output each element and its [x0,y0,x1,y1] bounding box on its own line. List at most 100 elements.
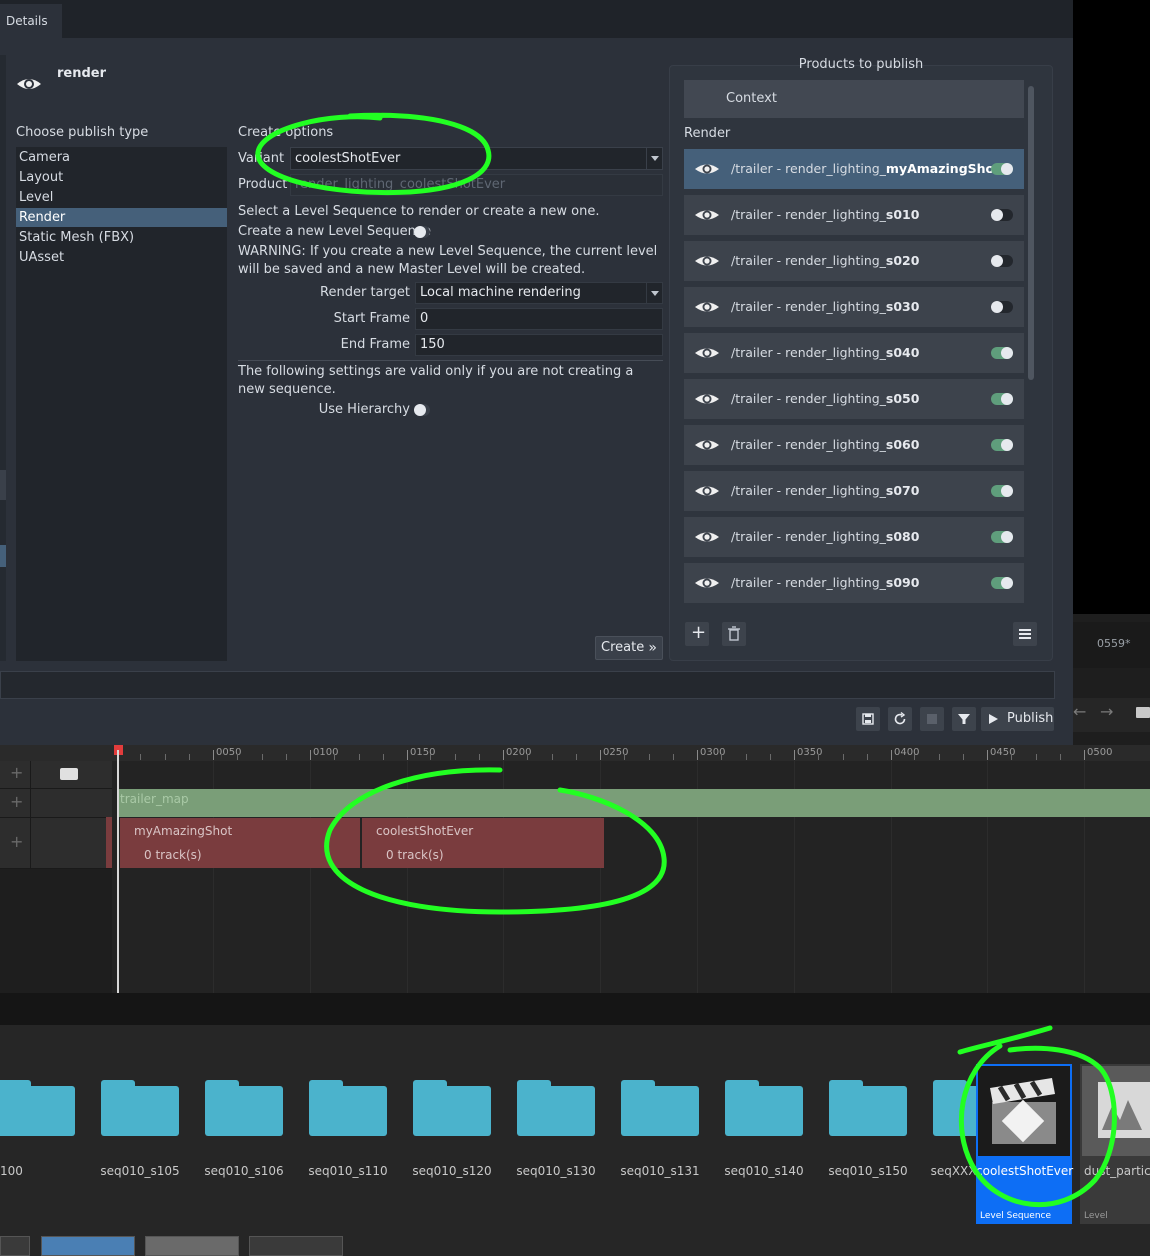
publish-type-camera[interactable]: Camera [16,148,227,167]
folder-open-icon[interactable] [1136,707,1150,718]
delete-button[interactable] [722,622,746,646]
eye-icon[interactable] [694,206,720,224]
publish-type-level[interactable]: Level [16,188,227,207]
folder-tile[interactable] [101,1080,179,1136]
instance-row-s080[interactable]: /trailer - render_lighting_s080 [684,517,1024,557]
instance-toggle[interactable] [991,255,1013,267]
stop-button[interactable] [920,707,944,731]
ruler-tick [794,750,795,760]
level-track[interactable]: trailer_map [118,789,1150,817]
menu-button[interactable] [1013,622,1037,646]
instance-row-s090[interactable]: /trailer - render_lighting_s090 [684,563,1024,603]
publish-type-render[interactable]: Render [16,208,227,227]
eye-icon[interactable] [694,574,720,592]
asset-thumbnail[interactable] [0,1236,30,1256]
instance-row-s020[interactable]: /trailer - render_lighting_s020 [684,241,1024,281]
context-item[interactable]: Context [684,80,1024,118]
publish-type-layout[interactable]: Layout [16,168,227,187]
instance-label: /trailer - render_lighting_s030 [731,299,920,314]
instance-row-myamazingshot[interactable]: /trailer - render_lighting_myAmazingShot [684,149,1024,189]
time-ruler[interactable] [0,745,1150,761]
instance-toggle[interactable] [991,163,1013,175]
eye-icon[interactable] [694,344,720,362]
folder-tile[interactable] [829,1080,907,1136]
eye-icon[interactable] [694,390,720,408]
publish-button[interactable]: Publish [981,707,1054,731]
comment-input[interactable] [0,671,1055,699]
add-button[interactable]: + [685,622,709,646]
eye-icon[interactable] [694,252,720,270]
level-thumbnail[interactable] [1082,1066,1150,1156]
publish-type-static-mesh[interactable]: Static Mesh (FBX) [16,228,227,247]
folder-tile[interactable] [309,1080,387,1136]
clapperboard-icon [990,1078,1056,1144]
instance-row-s030[interactable]: /trailer - render_lighting_s030 [684,287,1024,327]
asset-type: Level [1084,1211,1108,1221]
validate-button[interactable] [952,707,976,731]
end-frame-input[interactable]: 150 [415,334,663,356]
eye-icon[interactable] [694,482,720,500]
folder-tile[interactable] [205,1080,283,1136]
use-hierarchy-toggle[interactable] [414,404,430,416]
folder-tile[interactable] [725,1080,803,1136]
asset-thumbnail[interactable] [249,1236,343,1256]
products-scrollbar[interactable] [1028,86,1034,380]
eye-icon[interactable] [694,160,720,178]
shot-section-myamazingshot[interactable]: myAmazingShot 0 track(s) [120,818,360,868]
instance-label: /trailer - render_lighting_s080 [731,529,920,544]
publish-type-uasset[interactable]: UAsset [16,248,227,267]
arrow-left-icon[interactable]: ← [1073,702,1086,721]
instance-toggle[interactable] [991,301,1013,313]
eye-icon[interactable] [694,528,720,546]
chevron-down-icon[interactable] [646,283,662,303]
tab-details[interactable]: Details [0,4,62,38]
separator [238,360,663,361]
create-new-sequence-toggle[interactable] [414,226,430,238]
arrow-right-icon[interactable]: → [1100,702,1113,721]
instance-toggle[interactable] [991,531,1013,543]
ruler-tick [213,750,214,760]
instance-toggle[interactable] [991,577,1013,589]
level-viewport[interactable] [1073,0,1150,614]
save-button[interactable] [856,707,880,731]
folder-label: seq010_s130 [516,1164,596,1178]
start-frame-input[interactable]: 0 [415,308,663,330]
ruler-tick-minor [770,754,771,760]
eye-icon[interactable] [16,74,42,94]
chevron-down-icon[interactable] [646,148,662,169]
instance-toggle[interactable] [991,347,1013,359]
instance-toggle[interactable] [991,209,1013,221]
playhead[interactable] [117,750,119,993]
folder-tile[interactable] [0,1080,75,1136]
instance-row-s070[interactable]: /trailer - render_lighting_s070 [684,471,1024,511]
shot-name: myAmazingShot [134,824,233,838]
create-button[interactable]: Create » [595,636,663,660]
ruler-tick-minor [262,754,263,760]
add-track-icon[interactable]: + [10,792,23,811]
refresh-button[interactable] [888,707,912,731]
folder-tile[interactable] [517,1080,595,1136]
instance-row-s050[interactable]: /trailer - render_lighting_s050 [684,379,1024,419]
add-track-icon[interactable]: + [10,763,23,782]
instance-toggle[interactable] [991,485,1013,497]
instance-row-s060[interactable]: /trailer - render_lighting_s060 [684,425,1024,465]
shot-section-coolestshotever[interactable]: coolestShotEver 0 track(s) [362,818,604,868]
variant-combobox[interactable]: coolestShotEver [290,147,663,170]
camera-icon[interactable] [60,768,78,780]
folder-icon [725,1086,803,1136]
add-track-icon[interactable]: + [10,832,23,851]
asset-thumbnail[interactable] [41,1236,135,1256]
level-sequence-thumbnail[interactable] [978,1066,1070,1156]
instance-toggle[interactable] [991,439,1013,451]
render-target-select[interactable]: Local machine rendering [415,282,663,304]
folder-tile[interactable] [413,1080,491,1136]
eye-icon[interactable] [694,298,720,316]
folder-tile[interactable] [621,1080,699,1136]
instance-row-s040[interactable]: /trailer - render_lighting_s040 [684,333,1024,373]
instance-toggle[interactable] [991,393,1013,405]
folder-label: seq010_s106 [204,1164,284,1178]
asset-thumbnail[interactable] [145,1236,239,1256]
ruler-tick-minor [963,754,964,760]
eye-icon[interactable] [694,436,720,454]
instance-row-s010[interactable]: /trailer - render_lighting_s010 [684,195,1024,235]
